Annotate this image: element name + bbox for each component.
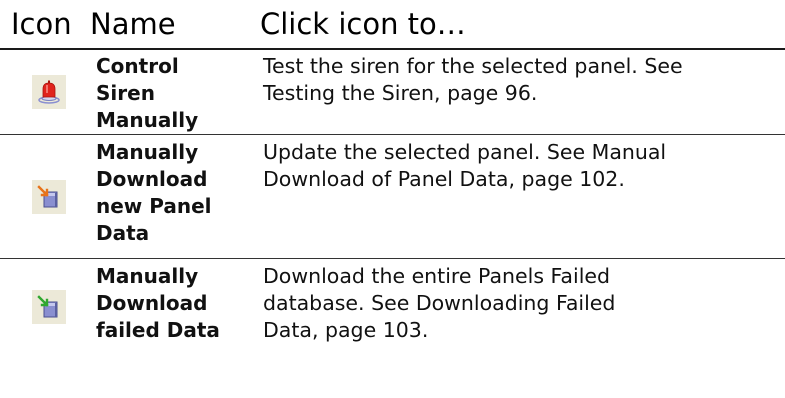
row-name-line: Control bbox=[96, 54, 179, 78]
row-description: Update the selected panel. See Manual Do… bbox=[263, 139, 783, 193]
row-description: Download the entire Panels Failed databa… bbox=[263, 263, 783, 344]
icon-cell bbox=[11, 50, 87, 134]
row-name: Manually Download new Panel Data bbox=[96, 139, 256, 247]
icon-cell bbox=[11, 135, 87, 258]
row-name: Manually Download failed Data bbox=[96, 263, 256, 344]
row-name-line: new Panel bbox=[96, 194, 212, 218]
icon-cell bbox=[11, 259, 87, 354]
row-description-line: Data, page 103. bbox=[263, 318, 429, 342]
row-name-line: Download bbox=[96, 167, 208, 191]
row-name-line: Data bbox=[96, 221, 150, 245]
row-description-line: database. See Downloading Failed bbox=[263, 291, 616, 315]
download-panel-data-icon[interactable] bbox=[32, 179, 66, 214]
row-name-line: Siren bbox=[96, 81, 155, 105]
header-action-label: Click icon to… bbox=[260, 7, 466, 41]
row-description-line: Update the selected panel. See Manual bbox=[263, 140, 667, 164]
row-name-line: Manually bbox=[96, 108, 199, 132]
row-description: Test the siren for the selected panel. S… bbox=[263, 53, 783, 107]
header-name-label: Name bbox=[90, 7, 176, 41]
siren-bell-icon[interactable] bbox=[32, 75, 66, 109]
row-description-line: Testing the Siren, page 96. bbox=[263, 81, 538, 105]
icon-reference-table: Icon Name Click icon to… Control Siren M… bbox=[0, 0, 785, 354]
table-row: Manually Download new Panel Data Update … bbox=[0, 135, 785, 259]
header-icon-label: Icon bbox=[11, 7, 72, 41]
table-row: Control Siren Manually Test the siren fo… bbox=[0, 50, 785, 135]
row-name: Control Siren Manually bbox=[96, 53, 256, 134]
row-description-line: Download of Panel Data, page 102. bbox=[263, 167, 625, 191]
table-header: Icon Name Click icon to… bbox=[0, 0, 785, 50]
download-failed-data-icon[interactable] bbox=[32, 289, 66, 324]
table-row: Manually Download failed Data Download t… bbox=[0, 259, 785, 354]
row-name-line: Download bbox=[96, 291, 208, 315]
row-name-line: failed Data bbox=[96, 318, 220, 342]
row-description-line: Test the siren for the selected panel. S… bbox=[263, 54, 683, 78]
row-description-line: Download the entire Panels Failed bbox=[263, 264, 611, 288]
row-name-line: Manually bbox=[96, 264, 199, 288]
row-name-line: Manually bbox=[96, 140, 199, 164]
